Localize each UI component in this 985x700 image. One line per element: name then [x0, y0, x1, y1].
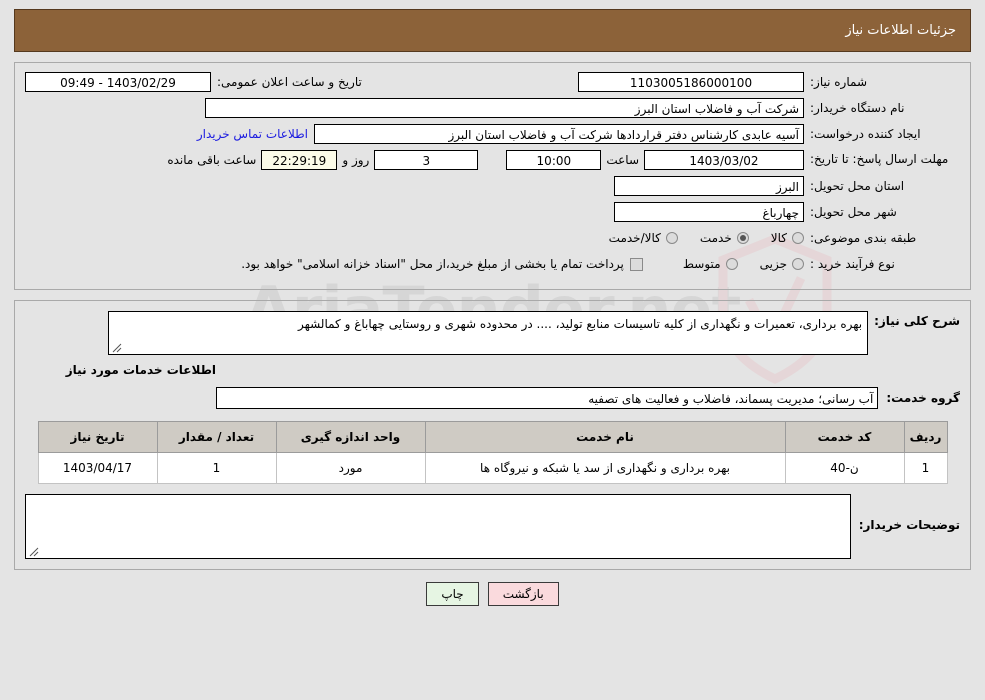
general-description-text: بهره برداری، تعمیرات و نگهداری از کلیه ت… — [297, 317, 863, 331]
deadline-time-value: 10:00 — [506, 150, 602, 170]
table-header-row: ردیف کد خدمت نام خدمت واحد اندازه گیری ت… — [37, 421, 948, 453]
th-row-no: ردیف — [903, 421, 948, 453]
cell-row-no: 1 — [903, 452, 948, 484]
radio-option-khedmat[interactable]: خدمت — [700, 231, 749, 245]
service-group-label: گروه خدمت: — [886, 391, 960, 405]
th-quantity: تعداد / مقدار — [156, 421, 277, 453]
request-creator-value: آسیه عابدی کارشناس دفتر قراردادها شرکت آ… — [314, 124, 804, 144]
services-section-title: اطلاعات خدمات مورد نیاز — [65, 363, 216, 377]
announce-datetime-value: 1403/02/29 - 09:49 — [25, 72, 211, 92]
subject-category-radio-group: کالا خدمت کالا/خدمت — [587, 231, 804, 245]
purchase-process-label: نوع فرآیند خرید : — [810, 256, 895, 271]
radio-option-kala[interactable]: کالا — [771, 231, 804, 245]
delivery-province-value: البرز — [614, 176, 804, 196]
row-delivery-city: شهر محل تحویل: چهارباغ — [25, 201, 960, 223]
deadline-days-value: 3 — [374, 150, 479, 170]
general-description-value: بهره برداری، تعمیرات و نگهداری از کلیه ت… — [108, 311, 869, 355]
need-info-panel: شماره نیاز: 1103005186000100 تاریخ و ساع… — [14, 62, 971, 290]
buyer-notes-label: توضیحات خریدار: — [858, 518, 960, 532]
back-button[interactable]: بازگشت — [487, 582, 559, 606]
th-service-name: نام خدمت — [424, 421, 786, 453]
need-number-value: 1103005186000100 — [578, 72, 804, 92]
purchase-process-radio-group: جزیی متوسط — [661, 257, 804, 271]
row-subject-category: طبقه بندی موضوعی: کالا خدمت کالا/خدمت — [25, 227, 960, 249]
deadline-label: مهلت ارسال پاسخ: تا تاریخ: — [810, 152, 949, 167]
cell-service-code: ن-40 — [784, 452, 905, 484]
request-creator-label: ایجاد کننده درخواست: — [810, 126, 921, 141]
delivery-province-label: استان محل تحویل: — [810, 178, 905, 193]
page-title: جزئیات اطلاعات نیاز — [845, 23, 956, 38]
radio-label-kala-khedmat: کالا/خدمت — [608, 231, 661, 245]
row-need-number: شماره نیاز: 1103005186000100 تاریخ و ساع… — [25, 71, 960, 93]
page-title-bar: جزئیات اطلاعات نیاز — [14, 9, 971, 52]
resize-grip-icon[interactable] — [29, 547, 39, 557]
radio-label-jozi: جزیی — [759, 257, 787, 271]
radio-option-motavaset[interactable]: متوسط — [683, 257, 738, 271]
cell-need-date: 1403/04/17 — [37, 452, 158, 484]
resize-grip-icon[interactable] — [112, 343, 122, 353]
announce-datetime-label: تاریخ و ساعت اعلان عمومی: — [217, 74, 362, 89]
general-description-label: شرح کلی نیاز: — [874, 314, 960, 328]
row-purchase-process: نوع فرآیند خرید : جزیی متوسط پرداخت تمام… — [25, 253, 960, 275]
th-need-date: تاریخ نیاز — [37, 421, 158, 453]
radio-icon-kala[interactable] — [792, 232, 804, 244]
subject-category-label: طبقه بندی موضوعی: — [810, 230, 917, 245]
deadline-date-value: 1403/03/02 — [644, 150, 804, 170]
deadline-countdown-value: 22:29:19 — [261, 150, 338, 170]
row-delivery-province: استان محل تحویل: البرز — [25, 175, 960, 197]
row-request-creator: ایجاد کننده درخواست: آسیه عابدی کارشناس … — [25, 123, 960, 145]
radio-icon-kala-khedmat[interactable] — [665, 232, 678, 244]
treasury-note-text: پرداخت تمام یا بخشی از مبلغ خرید،از محل … — [241, 257, 624, 271]
buyer-org-value: شرکت آب و فاضلاب استان البرز — [205, 98, 804, 118]
radio-label-kala: کالا — [770, 231, 787, 245]
checkbox-icon-treasury[interactable] — [629, 257, 643, 271]
service-items-table: ردیف کد خدمت نام خدمت واحد اندازه گیری ت… — [37, 421, 948, 484]
radio-icon-jozi[interactable] — [792, 258, 804, 270]
buyer-org-label: نام دستگاه خریدار: — [810, 100, 905, 115]
cell-unit: مورد — [275, 452, 426, 484]
buyer-notes-value[interactable] — [25, 494, 851, 559]
delivery-city-label: شهر محل تحویل: — [810, 204, 897, 219]
table-row: 1 ن-40 بهره برداری و نگهداری از سد یا شب… — [37, 452, 948, 484]
deadline-days-label: روز و — [342, 153, 370, 167]
row-service-group: گروه خدمت: آب رسانی؛ مدیریت پسماند، فاضل… — [25, 387, 960, 409]
buyer-contact-link[interactable]: اطلاعات تماس خریدار — [191, 127, 314, 141]
treasury-note-checkbox-wrap[interactable]: پرداخت تمام یا بخشی از مبلغ خرید،از محل … — [241, 257, 643, 271]
cell-service-name: بهره برداری و نگهداری از سد یا شبکه و نی… — [424, 452, 786, 484]
deadline-countdown-suffix: ساعت باقی مانده — [167, 153, 257, 167]
service-details-panel: شرح کلی نیاز: بهره برداری، تعمیرات و نگه… — [14, 300, 971, 570]
need-number-label: شماره نیاز: — [810, 74, 867, 89]
print-button[interactable]: چاپ — [426, 582, 479, 606]
radio-icon-motavaset[interactable] — [725, 258, 738, 270]
radio-option-kala-khedmat[interactable]: کالا/خدمت — [609, 231, 678, 245]
cell-quantity: 1 — [156, 452, 277, 484]
deadline-time-label: ساعت — [606, 153, 639, 167]
footer-button-bar: بازگشت چاپ — [0, 582, 985, 606]
service-group-value: آب رسانی؛ مدیریت پسماند، فاضلاب و فعالیت… — [216, 387, 879, 409]
row-buyer-notes: توضیحات خریدار: — [25, 494, 960, 559]
delivery-city-value: چهارباغ — [614, 202, 804, 222]
th-unit: واحد اندازه گیری — [275, 421, 426, 453]
row-buyer-org: نام دستگاه خریدار: شرکت آب و فاضلاب استا… — [25, 97, 960, 119]
row-deadline: مهلت ارسال پاسخ: تا تاریخ: 1403/03/02 سا… — [25, 149, 960, 171]
row-general-description: شرح کلی نیاز: بهره برداری، تعمیرات و نگه… — [25, 311, 960, 355]
radio-label-motavaset: متوسط — [682, 257, 721, 271]
radio-label-khedmat: خدمت — [699, 231, 732, 245]
radio-icon-khedmat[interactable] — [736, 232, 749, 244]
th-service-code: کد خدمت — [784, 421, 905, 453]
radio-option-jozi[interactable]: جزیی — [760, 257, 804, 271]
